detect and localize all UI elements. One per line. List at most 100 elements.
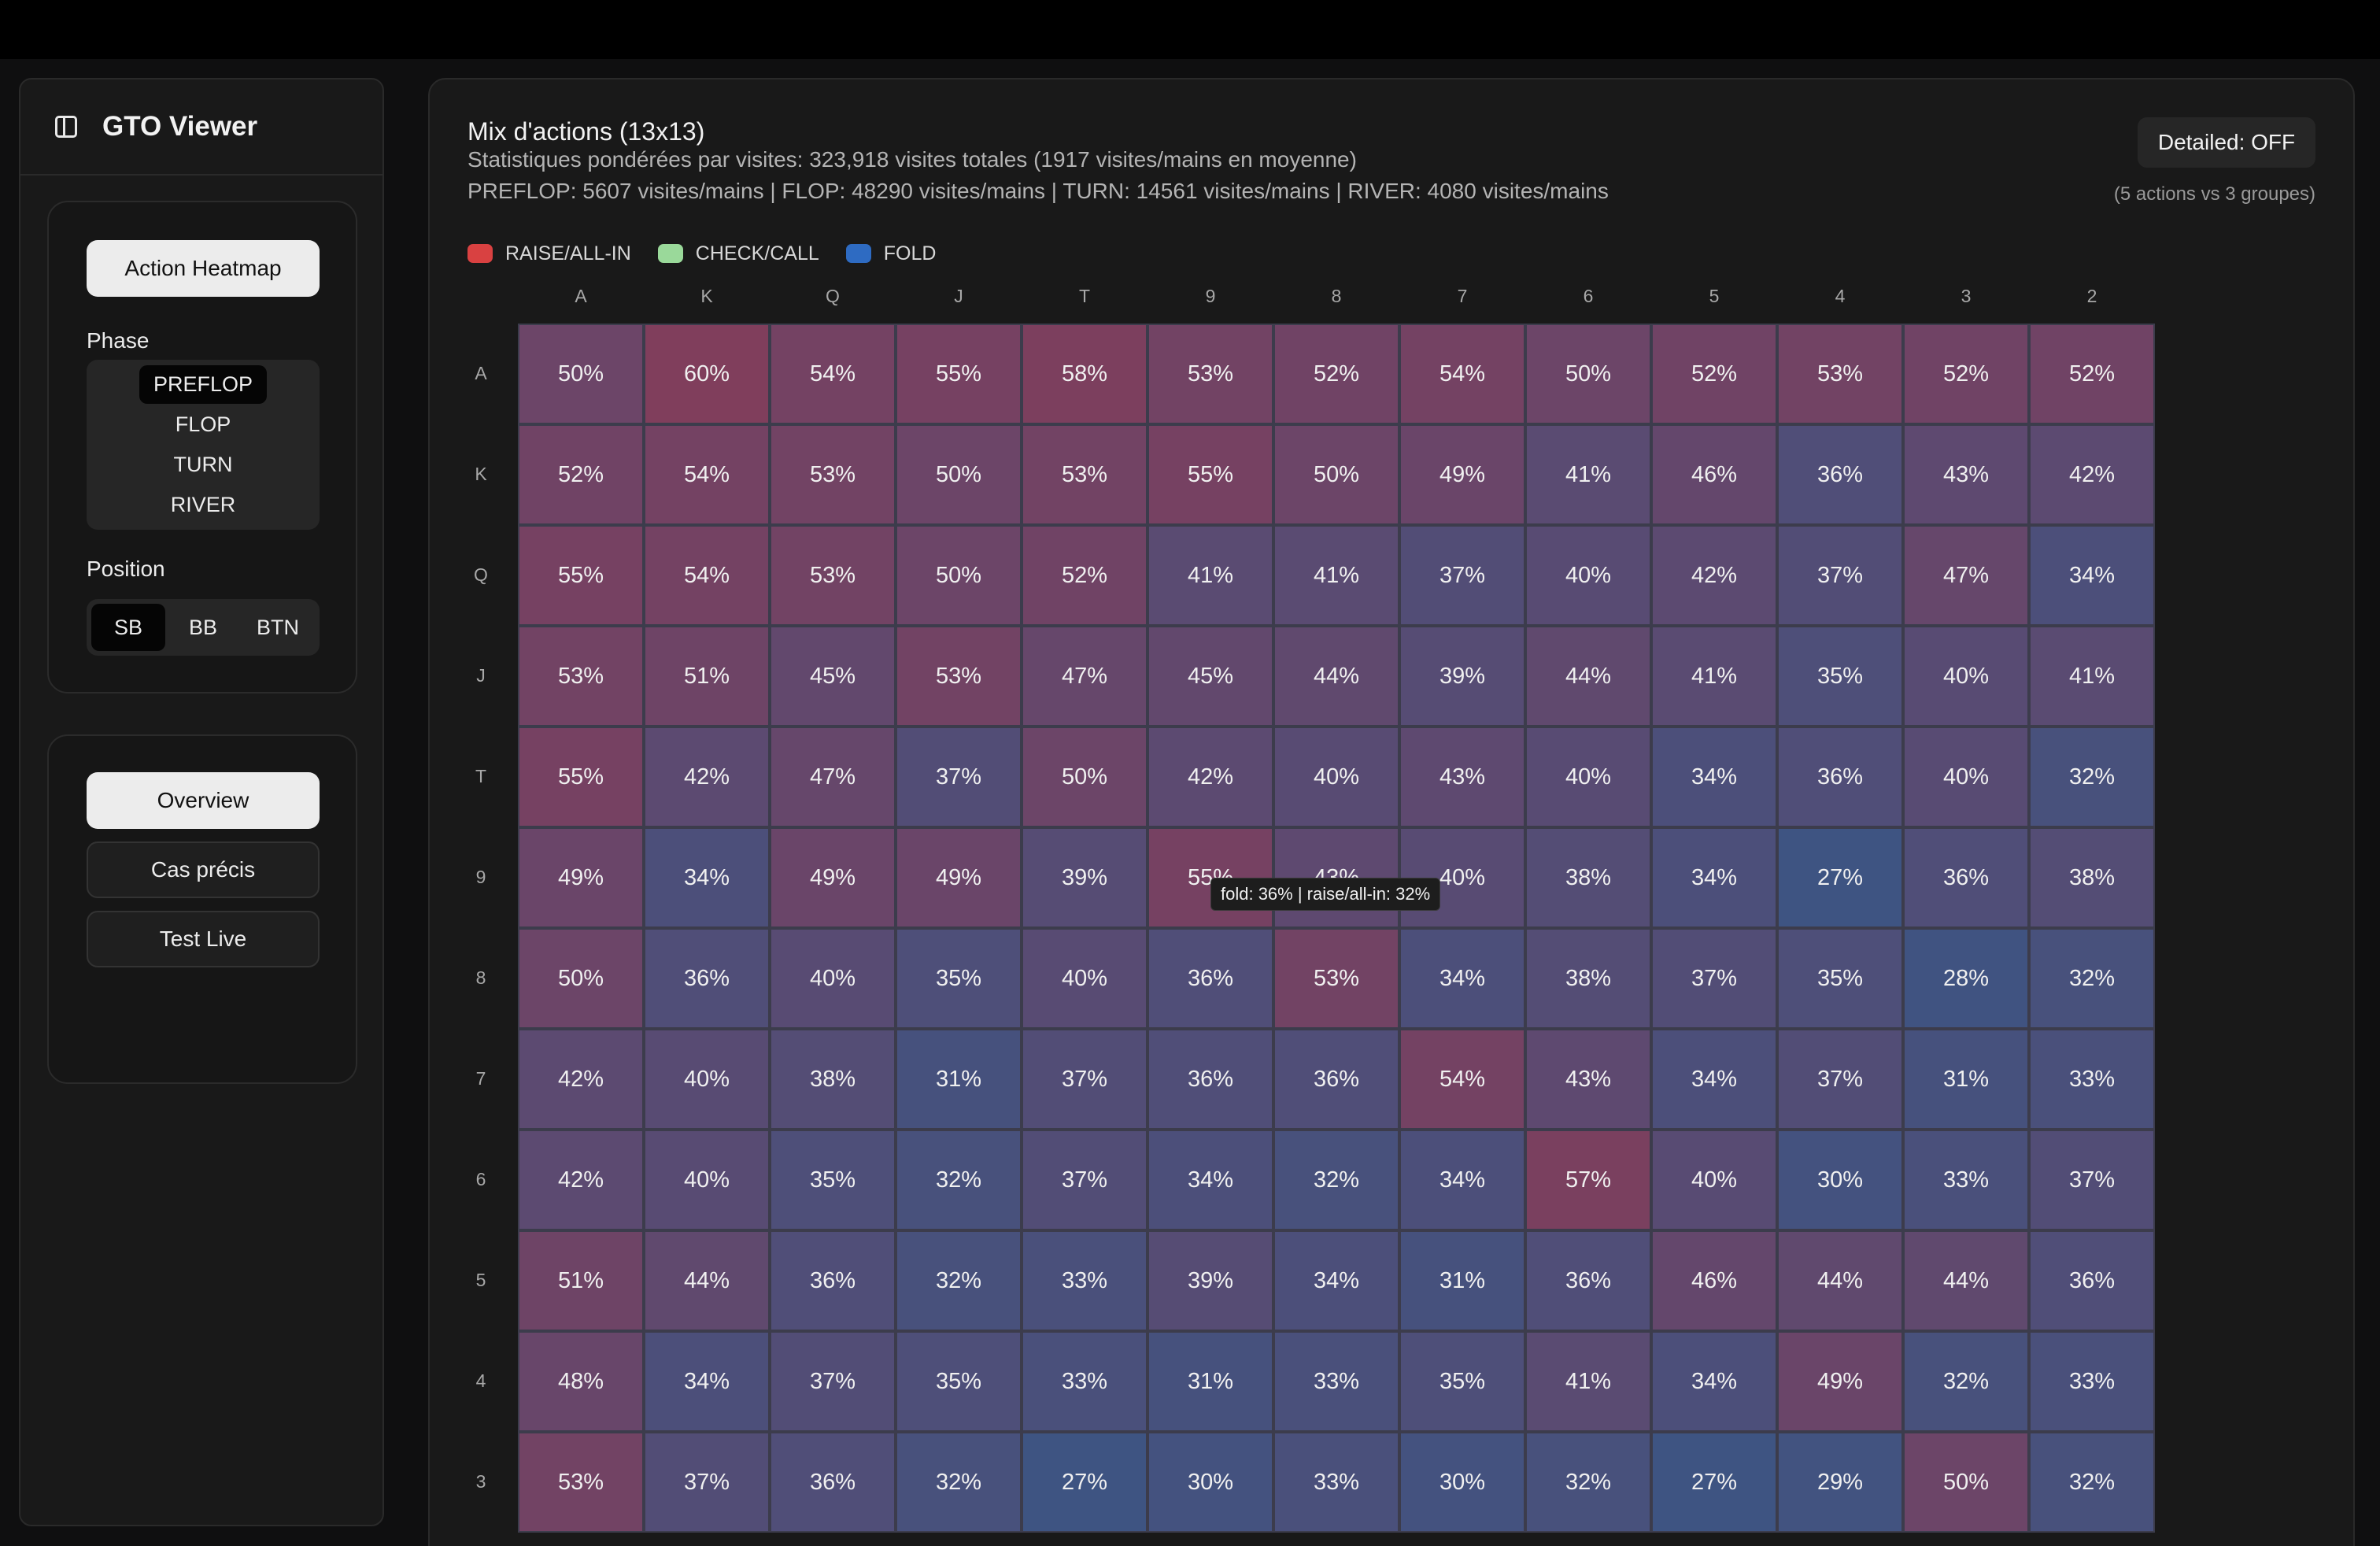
- heatmap-cell[interactable]: 50%: [896, 525, 1022, 626]
- heatmap-cell[interactable]: 37%: [1777, 525, 1903, 626]
- heatmap-cell[interactable]: 32%: [2029, 1432, 2155, 1533]
- phase-option-river[interactable]: RIVER: [87, 485, 320, 524]
- heatmap-cell[interactable]: 34%: [1148, 1130, 1273, 1230]
- heatmap-cell[interactable]: 52%: [1903, 324, 2029, 424]
- heatmap-cell[interactable]: 34%: [1651, 827, 1777, 928]
- heatmap-cell[interactable]: 32%: [896, 1130, 1022, 1230]
- heatmap-cell[interactable]: 41%: [1273, 525, 1399, 626]
- heatmap-cell[interactable]: 46%: [1651, 424, 1777, 525]
- heatmap-cell[interactable]: 27%: [1022, 1432, 1148, 1533]
- heatmap-cell[interactable]: 42%: [1148, 727, 1273, 827]
- heatmap-cell[interactable]: 42%: [518, 1130, 644, 1230]
- heatmap-cell[interactable]: 53%: [896, 626, 1022, 727]
- heatmap-cell[interactable]: 40%: [1273, 727, 1399, 827]
- heatmap-cell[interactable]: 37%: [1399, 525, 1525, 626]
- heatmap-cell[interactable]: 44%: [1777, 1230, 1903, 1331]
- heatmap-cell[interactable]: 52%: [2029, 324, 2155, 424]
- heatmap-cell[interactable]: 31%: [896, 1029, 1022, 1130]
- heatmap-cell[interactable]: 49%: [1399, 424, 1525, 525]
- heatmap-cell[interactable]: 54%: [1399, 324, 1525, 424]
- heatmap-cell[interactable]: 49%: [518, 827, 644, 928]
- heatmap-cell[interactable]: 49%: [1777, 1331, 1903, 1432]
- heatmap-cell[interactable]: 44%: [644, 1230, 770, 1331]
- heatmap-cell[interactable]: 37%: [1022, 1130, 1148, 1230]
- heatmap-cell[interactable]: 40%: [1903, 727, 2029, 827]
- heatmap-cell[interactable]: 33%: [2029, 1331, 2155, 1432]
- phase-option-preflop[interactable]: PREFLOP: [87, 364, 320, 404]
- heatmap-cell[interactable]: 41%: [1525, 1331, 1651, 1432]
- heatmap-cell[interactable]: 54%: [1399, 1029, 1525, 1130]
- position-option-btn[interactable]: BTN: [241, 604, 315, 651]
- heatmap-cell[interactable]: 60%: [644, 324, 770, 424]
- heatmap-cell[interactable]: 33%: [2029, 1029, 2155, 1130]
- heatmap-cell[interactable]: 39%: [1022, 827, 1148, 928]
- heatmap-cell[interactable]: 35%: [770, 1130, 896, 1230]
- heatmap-cell[interactable]: 30%: [1148, 1432, 1273, 1533]
- heatmap-cell[interactable]: 32%: [896, 1230, 1022, 1331]
- heatmap-cell[interactable]: 36%: [1148, 1029, 1273, 1130]
- heatmap-cell[interactable]: 30%: [1777, 1130, 1903, 1230]
- heatmap-cell[interactable]: 53%: [518, 1432, 644, 1533]
- heatmap-cell[interactable]: 34%: [644, 827, 770, 928]
- heatmap-cell[interactable]: 36%: [2029, 1230, 2155, 1331]
- heatmap-cell[interactable]: 36%: [1273, 1029, 1399, 1130]
- position-option-sb[interactable]: SB: [91, 604, 165, 651]
- heatmap-cell[interactable]: 37%: [1777, 1029, 1903, 1130]
- heatmap-cell[interactable]: 52%: [1651, 324, 1777, 424]
- heatmap-cell[interactable]: 55%: [518, 727, 644, 827]
- heatmap-cell[interactable]: 36%: [1903, 827, 2029, 928]
- sidebar-toggle-icon[interactable]: [55, 116, 77, 138]
- heatmap-cell[interactable]: 34%: [1399, 928, 1525, 1029]
- heatmap-cell[interactable]: 47%: [770, 727, 896, 827]
- heatmap-cell[interactable]: 37%: [1651, 928, 1777, 1029]
- heatmap-cell[interactable]: 35%: [1399, 1331, 1525, 1432]
- heatmap-cell[interactable]: 36%: [1525, 1230, 1651, 1331]
- heatmap-cell[interactable]: 42%: [644, 727, 770, 827]
- heatmap-cell[interactable]: 42%: [1651, 525, 1777, 626]
- phase-option-flop[interactable]: FLOP: [87, 405, 320, 444]
- heatmap-cell[interactable]: 38%: [1525, 827, 1651, 928]
- heatmap-cell[interactable]: 55%: [1148, 424, 1273, 525]
- heatmap-cell[interactable]: 32%: [2029, 727, 2155, 827]
- heatmap-cell[interactable]: 40%: [1525, 727, 1651, 827]
- heatmap-cell[interactable]: 50%: [896, 424, 1022, 525]
- heatmap-cell[interactable]: 41%: [1148, 525, 1273, 626]
- heatmap-cell[interactable]: 52%: [1022, 525, 1148, 626]
- heatmap-cell[interactable]: 37%: [644, 1432, 770, 1533]
- heatmap-cell[interactable]: 40%: [1525, 525, 1651, 626]
- heatmap-cell[interactable]: 41%: [2029, 626, 2155, 727]
- heatmap-cell[interactable]: 51%: [644, 626, 770, 727]
- heatmap-cell[interactable]: 32%: [1525, 1432, 1651, 1533]
- heatmap-cell[interactable]: 53%: [1148, 324, 1273, 424]
- heatmap-cell[interactable]: 33%: [1022, 1230, 1148, 1331]
- heatmap-cell[interactable]: 58%: [1022, 324, 1148, 424]
- heatmap-cell[interactable]: 36%: [1777, 424, 1903, 525]
- heatmap-cell[interactable]: 34%: [644, 1331, 770, 1432]
- heatmap-cell[interactable]: 57%: [1525, 1130, 1651, 1230]
- phase-option-turn[interactable]: TURN: [87, 445, 320, 484]
- heatmap-cell[interactable]: 44%: [1903, 1230, 2029, 1331]
- heatmap-cell[interactable]: 39%: [1399, 626, 1525, 727]
- heatmap-cell[interactable]: 40%: [644, 1130, 770, 1230]
- heatmap-cell[interactable]: 41%: [1525, 424, 1651, 525]
- heatmap-cell[interactable]: 53%: [770, 525, 896, 626]
- heatmap-cell[interactable]: 35%: [1777, 626, 1903, 727]
- detailed-toggle-button[interactable]: Detailed: OFF: [2138, 117, 2315, 168]
- heatmap-cell[interactable]: 44%: [1273, 626, 1399, 727]
- heatmap-cell[interactable]: 50%: [518, 324, 644, 424]
- heatmap-cell[interactable]: 47%: [1903, 525, 2029, 626]
- heatmap-cell[interactable]: 47%: [1022, 626, 1148, 727]
- heatmap-cell[interactable]: 32%: [896, 1432, 1022, 1533]
- heatmap-cell[interactable]: 38%: [2029, 827, 2155, 928]
- heatmap-cell[interactable]: 33%: [1903, 1130, 2029, 1230]
- heatmap-cell[interactable]: 35%: [896, 928, 1022, 1029]
- heatmap-cell[interactable]: 42%: [2029, 424, 2155, 525]
- heatmap-cell[interactable]: 40%: [644, 1029, 770, 1130]
- heatmap-cell[interactable]: 40%: [1651, 1130, 1777, 1230]
- heatmap-cell[interactable]: 32%: [2029, 928, 2155, 1029]
- heatmap-cell[interactable]: 53%: [518, 626, 644, 727]
- heatmap-cell[interactable]: 49%: [896, 827, 1022, 928]
- heatmap-cell[interactable]: 53%: [1273, 928, 1399, 1029]
- heatmap-cell[interactable]: 37%: [770, 1331, 896, 1432]
- heatmap-cell[interactable]: 37%: [896, 727, 1022, 827]
